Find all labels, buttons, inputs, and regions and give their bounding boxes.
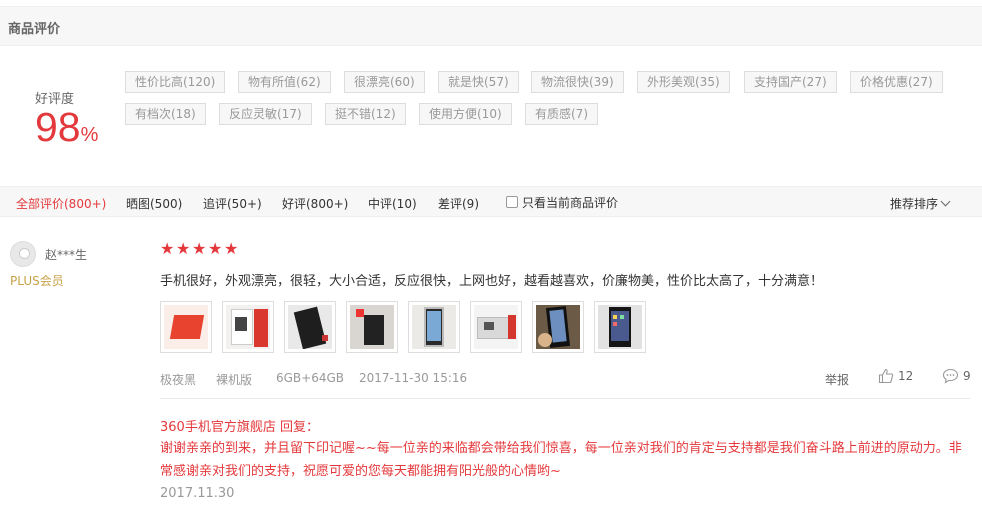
review-image-thumb[interactable]: [532, 301, 584, 353]
review-image-thumb[interactable]: [222, 301, 274, 353]
chevron-down-icon: [940, 196, 951, 207]
star-rating: ★ ★ ★ ★ ★: [160, 239, 239, 258]
tag-item[interactable]: 有质感(7): [525, 103, 598, 125]
filter-all[interactable]: 全部评价(800+): [16, 195, 106, 212]
tag-item[interactable]: 有档次(18): [125, 103, 206, 125]
star-icon: ★: [160, 239, 175, 258]
variant-spec: 6GB+64GB: [276, 371, 345, 385]
tag-item[interactable]: 性价比高(120): [125, 71, 226, 93]
sort-dropdown[interactable]: 推荐排序: [890, 195, 951, 212]
only-current-label: 只看当前商品评价: [522, 196, 619, 210]
star-icon: ★: [208, 239, 223, 258]
review-image-thumb[interactable]: [594, 301, 646, 353]
filter-bar: 全部评价(800+) 晒图(500) 追评(50+) 好评(800+) 中评(1…: [0, 186, 982, 217]
tag-item[interactable]: 反应灵敏(17): [219, 103, 312, 125]
filter-neutral[interactable]: 中评(10): [368, 195, 417, 212]
filter-followup[interactable]: 追评(50+): [203, 195, 262, 212]
avatar: [10, 241, 36, 267]
like-count: 12: [898, 369, 914, 383]
review-image-thumb[interactable]: [346, 301, 398, 353]
tag-item[interactable]: 物有所值(62): [238, 71, 331, 93]
reply-count: 9: [963, 369, 971, 383]
review-image-thumb[interactable]: [408, 301, 460, 353]
seller-reply-date: 2017.11.30: [160, 486, 235, 501]
section-title: 商品评价: [8, 22, 61, 37]
divider: [160, 398, 970, 399]
rating-value: 98%: [35, 103, 98, 159]
tag-item[interactable]: 很漂亮(60): [344, 71, 425, 93]
section-header: 商品评价: [0, 6, 982, 46]
sort-label: 推荐排序: [890, 197, 939, 211]
seller-reply-text: 谢谢亲亲的到来，并且留下印记喔~~每一位亲的来临都会带给我们惊喜，每一位亲对我们…: [160, 441, 962, 479]
rating-unit: %: [80, 124, 99, 146]
review-image-thumb[interactable]: [160, 301, 212, 353]
review-time: 2017-11-30 15:16: [359, 371, 468, 385]
review-image-thumb[interactable]: [284, 301, 336, 353]
variant-package: 裸机版: [216, 373, 253, 387]
star-icon: ★: [176, 239, 191, 258]
checkbox-box[interactable]: [506, 196, 518, 208]
only-current-checkbox[interactable]: 只看当前商品评价: [506, 194, 618, 211]
comment-icon: [942, 368, 959, 384]
star-icon: ★: [224, 239, 239, 258]
variant-color: 极夜黑: [160, 373, 197, 387]
tag-item[interactable]: 价格优惠(27): [850, 71, 943, 93]
thumbs-up-icon: [878, 368, 894, 384]
like-button[interactable]: 12: [878, 368, 913, 384]
tag-item[interactable]: 外形美观(35): [637, 71, 730, 93]
star-icon: ★: [192, 239, 207, 258]
tag-item[interactable]: 就是快(57): [438, 71, 519, 93]
reply-button[interactable]: 9: [942, 368, 971, 384]
tag-item[interactable]: 挺不错(12): [325, 103, 406, 125]
tag-item[interactable]: 支持国产(27): [744, 71, 837, 93]
rating-number: 98: [35, 104, 81, 150]
review-image-thumb[interactable]: [470, 301, 522, 353]
report-button[interactable]: 举报: [825, 371, 849, 388]
tag-item[interactable]: 物流很快(39): [531, 71, 624, 93]
filter-photos[interactable]: 晒图(500): [126, 195, 182, 212]
tag-item[interactable]: 使用方便(10): [419, 103, 512, 125]
filter-positive[interactable]: 好评(800+): [282, 195, 348, 212]
filter-negative[interactable]: 差评(9): [438, 195, 479, 212]
review-text: 手机很好，外观漂亮，很轻，大小合适，反应很快，上网也好，越看越喜欢，价廉物美，性…: [160, 274, 824, 289]
username: 赵***生: [45, 248, 88, 262]
seller-reply-header: 360手机官方旗舰店 回复：: [160, 420, 319, 435]
plus-member-badge: PLUS会员: [10, 274, 64, 288]
